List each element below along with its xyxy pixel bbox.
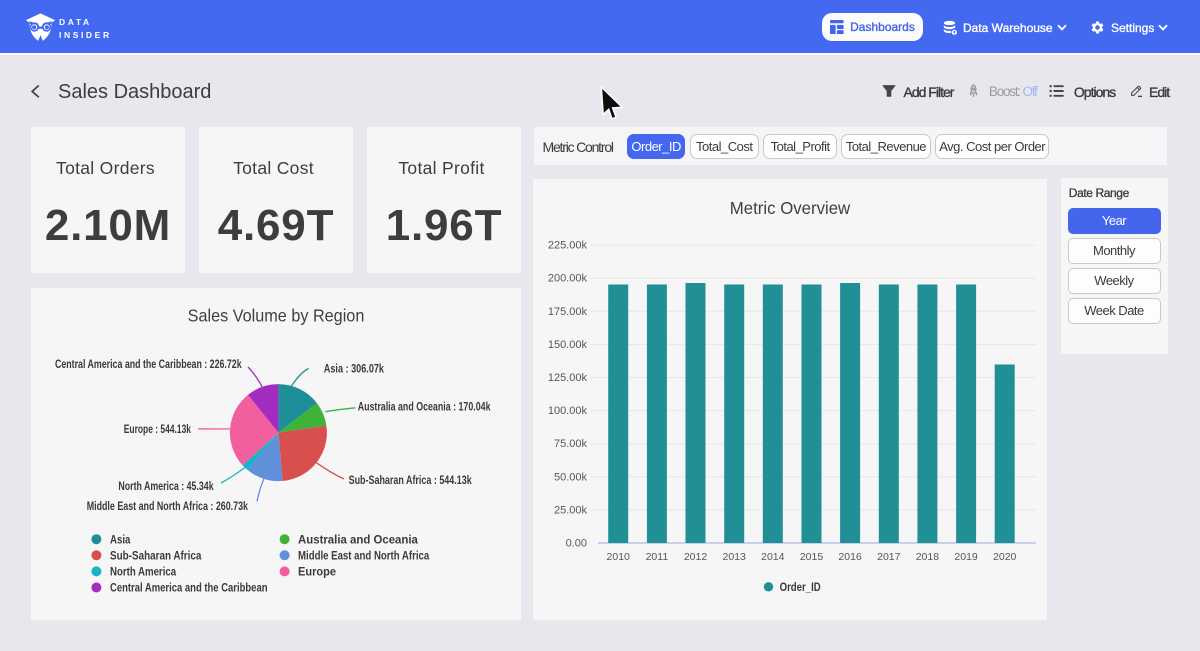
svg-text:Middle East and North Africa: Middle East and North Africa [298,549,429,563]
svg-text:Australia and Oceania: Australia and Oceania [298,532,418,546]
svg-text:Europe : 544.13k: Europe : 544.13k [124,422,191,436]
svg-text:Metric Overview: Metric Overview [730,198,851,218]
svg-text:North America : 45.34k: North America : 45.34k [118,479,213,493]
svg-text:Middle East and North Africa :: Middle East and North Africa : 260.73k [87,499,249,513]
svg-text:2020: 2020 [993,551,1017,563]
svg-text:125.00k: 125.00k [548,372,588,384]
svg-text:Order_ID: Order_ID [780,580,821,594]
svg-text:200.00k: 200.00k [548,273,588,285]
svg-text:75.00k: 75.00k [554,438,588,450]
svg-text:Australia and Oceania : 170.04: Australia and Oceania : 170.04k [358,399,491,413]
svg-text:2010: 2010 [607,551,631,563]
svg-text:Asia : 306.07k: Asia : 306.07k [324,362,384,376]
svg-text:2016: 2016 [838,551,862,563]
svg-text:Central America and the Caribb: Central America and the Caribbean [110,581,268,595]
svg-text:2017: 2017 [877,551,901,563]
svg-text:Central America and the Caribb: Central America and the Caribbean : 226.… [55,357,242,371]
svg-text:2011: 2011 [646,551,669,563]
svg-text:25.00k: 25.00k [554,504,588,516]
svg-text:North America: North America [110,565,176,579]
svg-text:Europe: Europe [298,565,336,579]
svg-text:50.00k: 50.00k [554,471,588,483]
svg-text:2019: 2019 [954,551,978,563]
svg-text:2015: 2015 [800,551,824,563]
svg-text:175.00k: 175.00k [548,306,588,318]
svg-text:150.00k: 150.00k [548,339,588,351]
svg-text:Sub-Saharan Africa : 544.13k: Sub-Saharan Africa : 544.13k [349,473,472,487]
svg-text:0.00: 0.00 [566,538,587,550]
svg-text:Sub-Saharan Africa: Sub-Saharan Africa [110,549,202,563]
svg-text:2018: 2018 [916,551,940,563]
svg-text:2014: 2014 [761,551,785,563]
svg-text:Asia: Asia [110,532,131,546]
svg-text:2013: 2013 [723,551,747,563]
svg-text:Sales Volume by Region: Sales Volume by Region [188,306,365,326]
svg-text:2012: 2012 [684,551,708,563]
svg-text:100.00k: 100.00k [548,405,588,417]
svg-text:225.00k: 225.00k [548,240,588,252]
